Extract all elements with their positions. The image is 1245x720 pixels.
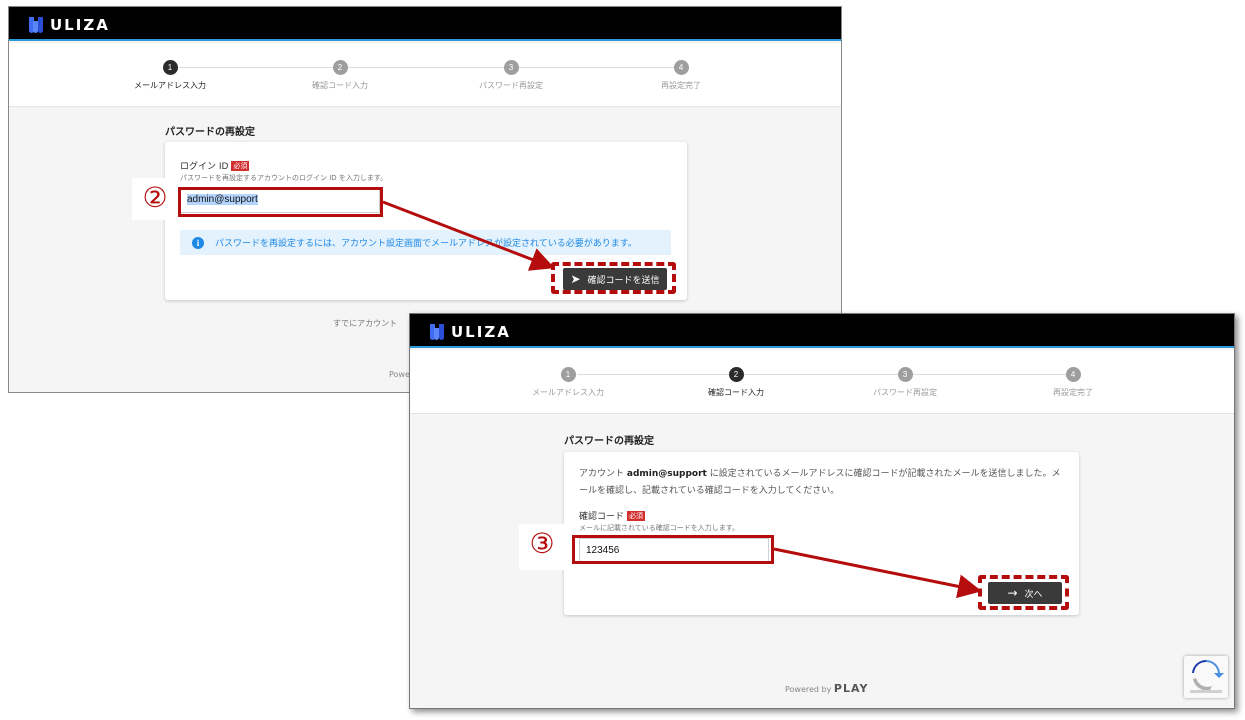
recaptcha-badge[interactable] (1184, 656, 1228, 698)
recaptcha-icon (1190, 659, 1224, 693)
required-badge: 必須 (627, 511, 646, 521)
uliza-logo[interactable]: ULIZA (430, 323, 511, 341)
step-4-label: 再設定完了 (661, 81, 701, 90)
stepper-line (179, 67, 679, 68)
step-2-number: 2 (728, 367, 744, 382)
code-label-text: 確認コード (579, 512, 625, 522)
step-4: 4 再設定完了 (621, 60, 741, 91)
login-id-hint: パスワードを再設定するアカウントのログイン ID を入力します。 (180, 174, 388, 182)
login-id-label: ログイン ID 必須 (180, 159, 250, 172)
step-3-number: 3 (503, 60, 519, 75)
step-1-number: 1 (560, 367, 576, 382)
play-brand: PLAY (833, 682, 869, 695)
highlight-login-id (178, 187, 383, 217)
top-bar: ULIZA (9, 7, 841, 41)
highlight-next-button (978, 575, 1069, 610)
step-2: 2 確認コード入力 (676, 367, 796, 398)
logo-text: ULIZA (50, 16, 110, 34)
step-2-label: 確認コード入力 (312, 81, 368, 90)
code-label: 確認コード 必須 (579, 509, 646, 522)
required-badge: 必須 (231, 161, 250, 171)
step-1-number: 1 (162, 60, 178, 75)
uliza-logo[interactable]: ULIZA (29, 16, 110, 34)
step-2-number: 2 (332, 60, 348, 75)
step-1-label: メールアドレス入力 (532, 388, 604, 397)
step-1: 1 メールアドレス入力 (110, 60, 230, 91)
highlight-code-input (572, 535, 774, 564)
step-4-number: 4 (673, 60, 689, 75)
powered-by-partial: Powe (389, 370, 410, 379)
powered-by: Powered by PLAY (785, 682, 868, 695)
logo-text: ULIZA (451, 323, 511, 341)
step-3-label: パスワード再設定 (873, 388, 937, 397)
powered-by-text: Powered by (785, 685, 832, 694)
step-2: 2 確認コード入力 (280, 60, 400, 91)
annotation-step-2: ② (132, 178, 178, 220)
progress-stepper: 1 メールアドレス入力 2 確認コード入力 3 パスワード再設定 4 再設定完了 (9, 43, 841, 107)
info-icon: i (192, 236, 204, 249)
step-3-label: パスワード再設定 (479, 81, 543, 90)
progress-stepper: 1 メールアドレス入力 2 確認コード入力 3 パスワード再設定 4 再設定完了 (410, 350, 1234, 414)
code-hint: メールに記載されている確認コードを入力します。 (579, 524, 740, 532)
step-3: 3 パスワード再設定 (451, 60, 571, 91)
step-4-label: 再設定完了 (1053, 388, 1093, 397)
annotation-step-3: ③ (519, 524, 565, 570)
step-1: 1 メールアドレス入力 (508, 367, 628, 398)
top-bar: ULIZA (410, 314, 1234, 348)
login-id-label-text: ログイン ID (180, 162, 229, 172)
existing-account-link[interactable]: すでにアカウント (333, 318, 397, 329)
step-3-number: 3 (897, 367, 913, 382)
highlight-send-button (551, 262, 676, 294)
uliza-logo-icon (29, 17, 43, 33)
stepper-line (577, 374, 1073, 375)
info-message: パスワードを再設定するには、アカウント設定画面でメールアドレスが設定されている必… (215, 239, 637, 249)
page-title: パスワードの再設定 (564, 436, 654, 447)
info-alert: i パスワードを再設定するには、アカウント設定画面でメールアドレスが設定されてい… (180, 230, 671, 255)
uliza-logo-icon (430, 324, 444, 340)
message-pre: アカウント (579, 469, 625, 479)
step-3: 3 パスワード再設定 (845, 367, 965, 398)
step-2-label: 確認コード入力 (708, 388, 764, 397)
page-title: パスワードの再設定 (165, 127, 255, 138)
message-account: admin@support (626, 469, 707, 479)
screenshot-code-step: ULIZA 1 メールアドレス入力 2 確認コード入力 3 パスワード再設定 4… (409, 313, 1235, 709)
sent-message: アカウント admin@support に設定されているメールアドレスに確認コー… (579, 466, 1063, 500)
step-4-number: 4 (1065, 367, 1081, 382)
step-1-label: メールアドレス入力 (134, 81, 206, 90)
step-4: 4 再設定完了 (1013, 367, 1133, 398)
